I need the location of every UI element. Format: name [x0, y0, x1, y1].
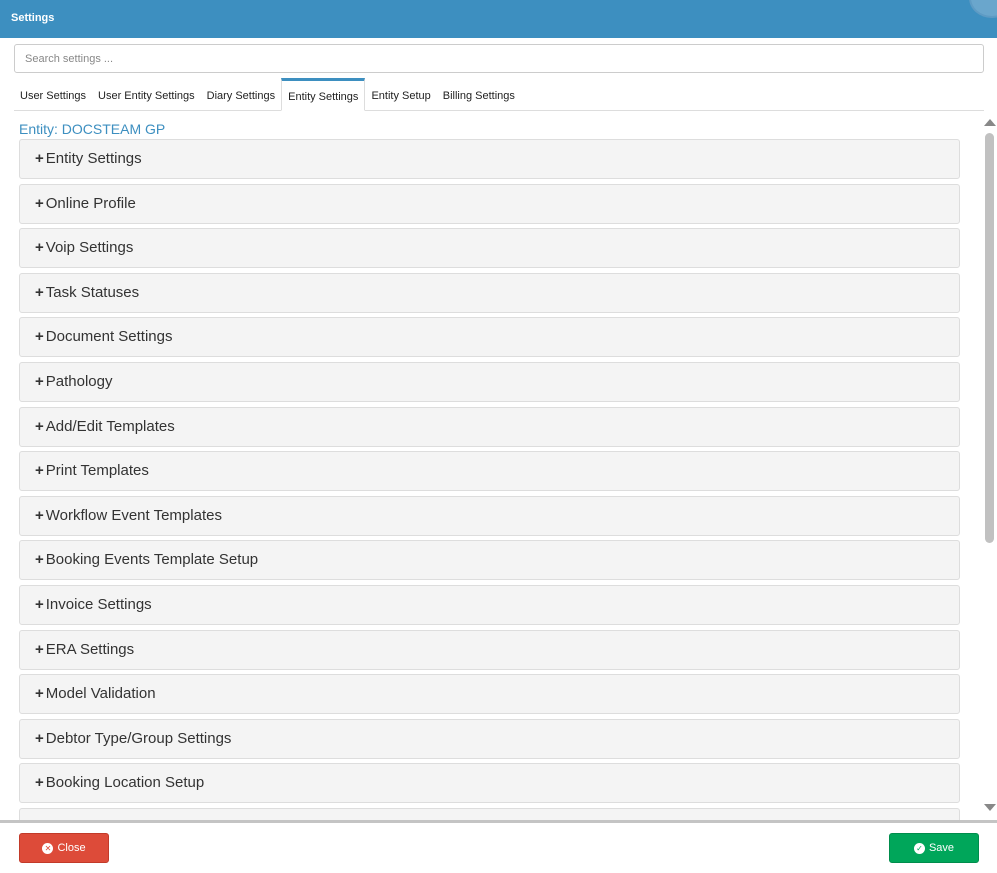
expand-plus-icon: +: [35, 328, 44, 346]
settings-tabs: User Settings User Entity Settings Diary…: [14, 78, 984, 111]
panel-title: Document Settings: [45, 328, 173, 346]
expand-plus-icon: +: [35, 685, 44, 703]
expand-plus-icon: +: [35, 150, 44, 167]
settings-panel[interactable]: + Task Statuses: [19, 272, 960, 313]
scroll-down-arrow-icon[interactable]: [984, 804, 996, 811]
expand-plus-icon: +: [35, 462, 44, 480]
expand-plus-icon: +: [35, 506, 44, 524]
settings-panel[interactable]: + Print Templates: [19, 451, 960, 492]
settings-panel[interactable]: + Document Settings: [19, 317, 960, 358]
panel-title: Voip Settings: [45, 239, 134, 257]
settings-panel[interactable]: + Booking Location Setup: [19, 763, 960, 804]
panel-title: Pathology: [45, 372, 113, 390]
scroll-up-arrow-icon[interactable]: [984, 119, 996, 126]
expand-plus-icon: +: [35, 239, 44, 257]
panel-title: Add/Edit Templates: [45, 417, 175, 435]
footer-divider: [0, 820, 997, 823]
settings-panel[interactable]: + Add/Edit Templates: [19, 406, 960, 447]
save-button[interactable]: ✓ Save: [889, 833, 979, 863]
expand-plus-icon: +: [35, 640, 44, 658]
panel-title: Workflow Event Templates: [45, 506, 222, 524]
close-circle-icon: ✕: [42, 842, 54, 854]
search-input[interactable]: [14, 44, 984, 73]
settings-panel-list: + Entity Settings + Online Profile + Voip Set…: [19, 139, 960, 821]
tab-entity-setup[interactable]: Entity Setup: [365, 78, 436, 111]
panel-title: Booking Events Template Setup: [45, 551, 259, 569]
tab-user-entity-settings[interactable]: User Entity Settings: [92, 78, 201, 111]
panel-title: Booking Location Setup: [45, 774, 205, 792]
settings-panel[interactable]: + Pathology: [19, 361, 960, 402]
panel-title: Online Profile: [45, 194, 136, 212]
tab-billing-settings[interactable]: Billing Settings: [437, 78, 521, 111]
panel-title: Print Templates: [45, 462, 149, 480]
panel-title: Invoice Settings: [45, 595, 152, 613]
panel-title: ERA Settings: [45, 640, 135, 658]
dialog-header: Settings: [0, 0, 997, 38]
panel-title: Model Validation: [45, 685, 156, 703]
check-circle-icon: ✓: [913, 842, 925, 854]
entity-label: Entity: DOCSTEAM GP: [19, 121, 166, 137]
expand-plus-icon: +: [35, 372, 44, 390]
tab-user-settings[interactable]: User Settings: [14, 78, 92, 111]
settings-panel[interactable]: + ERA Settings: [19, 629, 960, 670]
settings-panel[interactable]: + Entity Settings: [19, 139, 960, 179]
settings-panel[interactable]: + Booking Events Template Setup: [19, 540, 960, 581]
expand-plus-icon: +: [35, 551, 44, 569]
close-button[interactable]: ✕ Close: [19, 833, 109, 863]
avatar-decoration: [969, 0, 997, 18]
settings-panel[interactable]: + Invoice Settings: [19, 584, 960, 625]
expand-plus-icon: +: [35, 595, 44, 613]
panel-title: Entity Settings: [45, 150, 142, 167]
dialog-title: Settings: [11, 12, 55, 24]
expand-plus-icon: +: [35, 417, 44, 435]
expand-plus-icon: +: [35, 729, 44, 747]
panel-title: Debtor Type/Group Settings: [45, 729, 232, 747]
settings-panel[interactable]: + Voip Settings: [19, 228, 960, 269]
panel-title: Task Statuses: [45, 283, 140, 301]
tab-entity-settings[interactable]: Entity Settings: [281, 78, 366, 111]
expand-plus-icon: +: [35, 774, 44, 792]
scrollbar-thumb[interactable]: [985, 133, 994, 543]
close-label: Close: [57, 842, 86, 854]
expand-plus-icon: +: [35, 194, 44, 212]
settings-panel[interactable]: + Online Profile: [19, 183, 960, 224]
settings-panel[interactable]: + Model Validation: [19, 674, 960, 715]
scrollbar[interactable]: [983, 115, 997, 821]
expand-plus-icon: +: [35, 283, 44, 301]
tab-diary-settings[interactable]: Diary Settings: [201, 78, 281, 111]
save-label: Save: [928, 842, 955, 854]
settings-panel[interactable]: + Workflow Event Templates: [19, 495, 960, 536]
settings-panel[interactable]: + Debtor Type/Group Settings: [19, 718, 960, 759]
